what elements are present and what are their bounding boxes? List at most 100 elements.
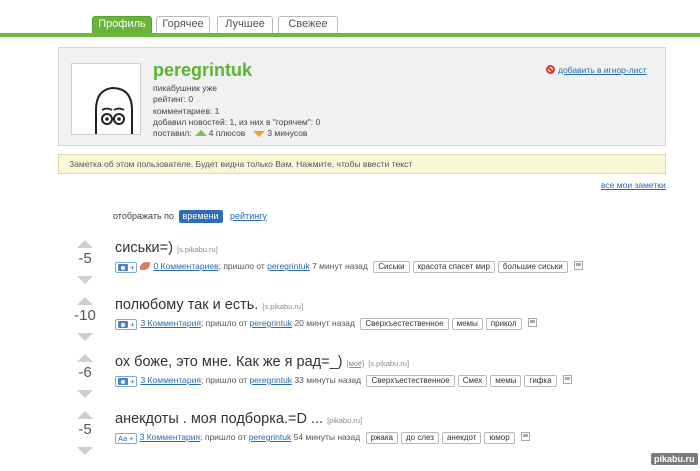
username[interactable]: peregrintuk	[153, 60, 252, 81]
save-icon[interactable]	[520, 432, 530, 441]
comments-link[interactable]: 3 Комментария	[140, 432, 200, 442]
author-link[interactable]: peregrintuk	[267, 261, 310, 271]
author-link[interactable]: peregrintuk	[250, 375, 293, 385]
camera-icon	[118, 378, 128, 385]
comments-link[interactable]: 3 Комментария	[140, 318, 200, 328]
comments-link[interactable]: 0 Комментариев	[153, 261, 218, 271]
user-note-field[interactable]: Заметка об этом пользователе. Будет видн…	[58, 154, 666, 174]
pluses-count: 4 плюсов	[208, 128, 246, 139]
votes-label: поставил:	[153, 128, 192, 139]
post-time: 33 минуты назад	[294, 375, 362, 385]
tab-hot[interactable]: Горячее	[156, 16, 210, 33]
ignore-label: добавить в игнор-лист	[558, 65, 647, 75]
image-post-badge[interactable]: +	[115, 262, 138, 273]
post-score: -5	[78, 421, 92, 438]
avatar	[71, 63, 141, 135]
author-link[interactable]: peregrintuk	[249, 432, 292, 442]
post-meta: +3 Комментария; пришло от peregrintuk 20…	[115, 317, 537, 330]
default-avatar-icon	[95, 86, 133, 134]
tag[interactable]: анекдот	[441, 432, 482, 444]
tab-fresh[interactable]: Свежее	[278, 16, 338, 33]
tag[interactable]: мемы	[451, 318, 483, 330]
image-post-badge[interactable]: +	[115, 319, 138, 330]
tag[interactable]: прикол	[485, 318, 522, 330]
from-label: ; пришло от	[218, 261, 265, 271]
vote-down-icon[interactable]	[77, 447, 93, 455]
ban-icon	[546, 65, 555, 74]
add-to-ignore-link[interactable]: добавить в игнор-лист	[546, 65, 647, 75]
tag[interactable]: красота спасет мир	[412, 261, 495, 273]
post-score: -6	[78, 364, 92, 381]
post-title[interactable]: сиськи=) [s.pikabu.ru]	[115, 240, 218, 256]
tag[interactable]: до слез	[401, 432, 439, 444]
profile-line-rating: рейтинг: 0	[153, 94, 194, 105]
profile-line-comments: комментариев: 1	[153, 105, 220, 116]
sort-label: отображать по	[113, 211, 175, 221]
post-title-text[interactable]: анекдоты . моя подборка.=D ...	[115, 411, 323, 427]
vote-down-icon[interactable]	[77, 333, 93, 341]
post-score: -5	[78, 250, 92, 267]
post-time: 54 минуты назад	[293, 432, 361, 442]
sort-by-rating-link[interactable]: рейтингу	[230, 211, 267, 221]
tab-profile[interactable]: Профиль	[92, 16, 152, 33]
post-title-text[interactable]: полюбому так и есть.	[115, 297, 258, 313]
tag[interactable]: ржака	[365, 432, 398, 444]
vote-up-icon[interactable]	[77, 297, 93, 305]
tag[interactable]: Сиськи	[373, 261, 410, 273]
sort-by-time-button[interactable]: времени	[178, 210, 223, 223]
post-domain: [s.pikabu.ru]	[368, 359, 410, 368]
minuses-count: 3 минусов	[267, 128, 308, 139]
post-meta: Aa +3 Комментария; пришло от peregrintuk…	[115, 431, 530, 444]
minus-icon	[253, 131, 266, 138]
from-label: ; пришло от	[200, 432, 247, 442]
save-icon[interactable]	[562, 375, 572, 384]
profile-line-since: пикабушник уже	[153, 83, 218, 93]
profile-line-votes: поставил: 4 плюсов 3 минусов	[153, 128, 320, 139]
from-label: ; пришло от	[200, 375, 248, 385]
post-domain: [pikabu.ru]	[327, 416, 363, 425]
comments-link[interactable]: 3 Комментария	[140, 375, 200, 385]
profile-line-news: добавил новостей: 1, из них в "горячем":…	[153, 116, 321, 127]
vote-down-icon[interactable]	[77, 276, 93, 284]
tag[interactable]: большие сиськи	[497, 261, 568, 273]
tag[interactable]: юмор	[484, 432, 515, 444]
post-title[interactable]: ох боже, это мне. Как же я рад=_) [моё] …	[115, 354, 409, 370]
post-title-text[interactable]: ох боже, это мне. Как же я рад=_)	[115, 354, 342, 370]
post-meta: +0 Комментариев; пришло от peregrintuk 7…	[115, 260, 583, 273]
vote-up-icon[interactable]	[77, 240, 93, 248]
save-icon[interactable]	[573, 261, 583, 270]
strawberry-icon	[140, 262, 151, 270]
save-icon[interactable]	[527, 318, 537, 327]
profile-box: peregrintuk пикабушник уже рейтинг: 0 ко…	[58, 47, 666, 146]
camera-icon	[118, 264, 128, 271]
text-post-badge[interactable]: Aa +	[115, 433, 137, 444]
tag[interactable]: Сверхъестественное	[360, 318, 449, 330]
tab-best[interactable]: Лучшее	[217, 16, 273, 33]
tag[interactable]: Смех	[457, 375, 488, 387]
post-domain: [s.pikabu.ru]	[176, 245, 218, 254]
post-meta: +3 Комментария; пришло от peregrintuk 33…	[115, 374, 572, 387]
author-link[interactable]: peregrintuk	[250, 318, 293, 328]
tab-underline	[0, 33, 700, 37]
camera-icon	[118, 321, 128, 328]
tag[interactable]: гифка	[524, 375, 557, 387]
post-own-badge[interactable]: [моё]	[347, 359, 365, 368]
profile-stats: пикабушник уже рейтинг: 0 комментариев: …	[153, 83, 320, 139]
tag[interactable]: Сверхъестественное	[366, 375, 455, 387]
vote-up-icon[interactable]	[77, 411, 93, 419]
post-title[interactable]: полюбому так и есть. [s.pikabu.ru]	[115, 297, 303, 313]
post-time: 7 минут назад	[312, 261, 368, 271]
post-domain: [s.pikabu.ru]	[262, 302, 304, 311]
post-score: -10	[74, 307, 96, 324]
vote-down-icon[interactable]	[77, 390, 93, 398]
post-time: 20 минут назад	[294, 318, 355, 328]
top-tabs: Профиль Горячее Лучшее Свежее	[0, 0, 700, 38]
vote-up-icon[interactable]	[77, 354, 93, 362]
plus-icon	[194, 130, 207, 137]
tag[interactable]: мемы	[490, 375, 522, 387]
all-notes-link[interactable]: все мои заметки	[601, 180, 666, 190]
post-title-text[interactable]: сиськи=)	[115, 240, 173, 256]
image-post-badge[interactable]: +	[115, 376, 138, 387]
post-title[interactable]: анекдоты . моя подборка.=D ... [pikabu.r…	[115, 411, 362, 427]
from-label: ; пришло от	[200, 318, 248, 328]
